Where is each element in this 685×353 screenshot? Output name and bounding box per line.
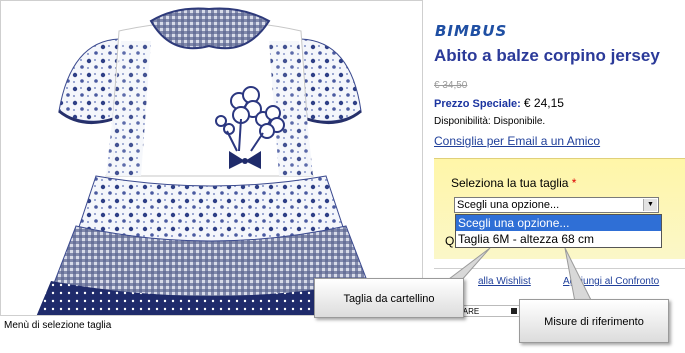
- callout-pointer-measurements: [564, 247, 593, 303]
- callout-measurements: Misure di riferimento: [519, 299, 669, 343]
- callout-size-tag: Taglia da cartellino: [314, 278, 464, 318]
- callout-pointer-size-tag: [443, 247, 491, 283]
